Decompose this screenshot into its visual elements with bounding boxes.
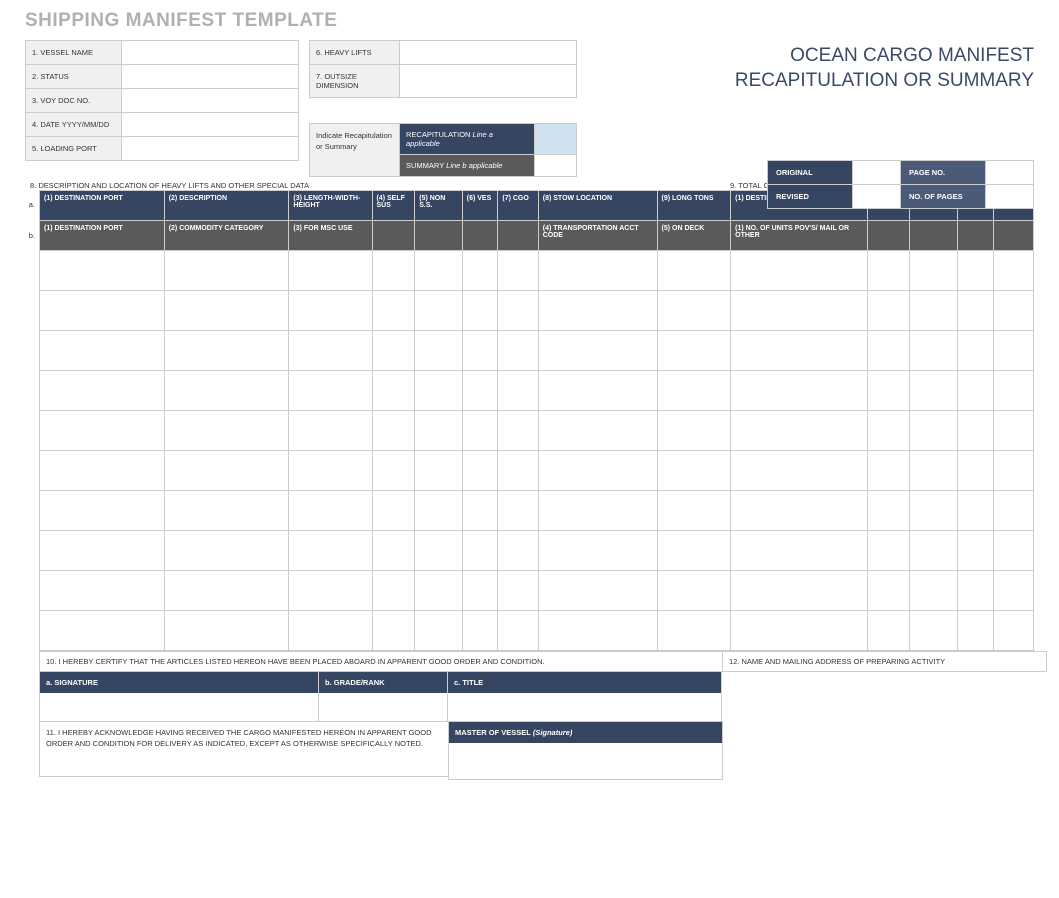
colb-dest-port: (1) DESTINATION PORT <box>40 221 165 251</box>
cargo-table: (1) DESTINATION PORT (2) DESCRIPTION (3)… <box>39 190 1034 651</box>
recap-checkbox[interactable] <box>534 124 576 154</box>
signature-input[interactable] <box>40 693 318 721</box>
section-12: 12. NAME AND MAILING ADDRESS OF PREPARIN… <box>722 651 1047 672</box>
table-row[interactable] <box>40 451 1034 491</box>
table-row[interactable] <box>40 251 1034 291</box>
val-date[interactable] <box>122 113 298 136</box>
original-value[interactable] <box>853 160 901 185</box>
nopages-value[interactable] <box>986 184 1034 209</box>
revised-value[interactable] <box>853 184 901 209</box>
table-row[interactable] <box>40 611 1034 651</box>
field-heavy-lifts: 6. HEAVY LIFTS <box>309 40 577 65</box>
table-row[interactable] <box>40 411 1034 451</box>
col-dest-port-a: (1) DESTINATION PORT <box>40 191 165 221</box>
acknowledgement-11: 11. I HEREBY ACKNOWLEDGE HAVING RECEIVED… <box>39 721 449 777</box>
table-row[interactable] <box>40 331 1034 371</box>
certification-10: 10. I HEREBY CERTIFY THAT THE ARTICLES L… <box>39 651 723 672</box>
colb-on-deck: (5) ON DECK <box>657 221 731 251</box>
col-description: (2) DESCRIPTION <box>164 191 289 221</box>
col-long-tons: (9) LONG TONS <box>657 191 731 221</box>
val-loading-port[interactable] <box>122 137 298 160</box>
table-row[interactable] <box>40 371 1034 411</box>
table-row[interactable] <box>40 291 1034 331</box>
signature-cell: a. SIGNATURE <box>39 671 319 722</box>
colb-transport-acct: (4) TRANSPORTATION ACCT CODE <box>538 221 657 251</box>
col-self-sus-a: (4) SELF SUS <box>372 191 415 221</box>
val-voy-doc-no[interactable] <box>122 89 298 112</box>
title-cell: c. TITLE <box>447 671 722 722</box>
section-8-label: 8. DESCRIPTION AND LOCATION OF HEAVY LIF… <box>30 181 730 190</box>
field-outsize-dimension: 7. OUTSIZE DIMENSION <box>309 64 577 98</box>
col-lwh: (3) LENGTH-WIDTH-HEIGHT <box>289 191 372 221</box>
col-cgo-a: (7) CGO <box>498 191 538 221</box>
colb-commodity: (2) COMMODITY CATEGORY <box>164 221 289 251</box>
table-row[interactable] <box>40 491 1034 531</box>
nopages-label: NO. OF PAGES <box>900 184 986 209</box>
field-status: 2. STATUS <box>25 64 299 89</box>
original-label: ORIGINAL <box>767 160 853 185</box>
master-signature-input[interactable] <box>449 743 722 779</box>
col-stow-location: (8) STOW LOCATION <box>538 191 657 221</box>
title-input[interactable] <box>448 693 721 721</box>
field-loading-port: 5. LOADING PORT <box>25 136 299 161</box>
summary-label: SUMMARY Line b applicable <box>400 155 534 176</box>
colb-no-units: (1) NO. OF UNITS POV'S/ MAIL OR OTHER <box>731 221 868 251</box>
indicate-recap-summary: Indicate Recapitulation or Summary RECAP… <box>309 123 577 177</box>
row-tag-b: b. <box>25 221 37 252</box>
colb-msc-use: (3) FOR MSC USE <box>289 221 372 251</box>
grade-rank-cell: b. GRADE/RANK <box>318 671 448 722</box>
val-heavy-lifts[interactable] <box>400 41 576 64</box>
master-of-vessel: MASTER OF VESSEL (Signature) <box>448 721 723 780</box>
field-voy-doc-no: 3. VOY DOC NO. <box>25 88 299 113</box>
summary-checkbox[interactable] <box>534 155 576 176</box>
table-row[interactable] <box>40 571 1034 611</box>
table-row[interactable] <box>40 531 1034 571</box>
recap-label: RECAPITULATION Line a applicable <box>400 124 534 154</box>
pageno-label: PAGE NO. <box>900 160 986 185</box>
col-non-ss-a: (5) NON S.S. <box>415 191 463 221</box>
field-vessel-name: 1. VESSEL NAME <box>25 40 299 65</box>
revised-label: REVISED <box>767 184 853 209</box>
page-title: SHIPPING MANIFEST TEMPLATE <box>25 10 1034 32</box>
val-vessel-name[interactable] <box>122 41 298 64</box>
document-heading: OCEAN CARGO MANIFEST RECAPITULATION OR S… <box>735 40 1034 177</box>
field-date: 4. DATE YYYY/MM/DD <box>25 112 299 137</box>
row-tag-a: a. <box>25 190 37 221</box>
val-outsize-dimension[interactable] <box>400 65 576 97</box>
col-ves-a: (6) VES <box>462 191 498 221</box>
val-status[interactable] <box>122 65 298 88</box>
grade-rank-input[interactable] <box>319 693 447 721</box>
pageno-value[interactable] <box>986 160 1034 185</box>
